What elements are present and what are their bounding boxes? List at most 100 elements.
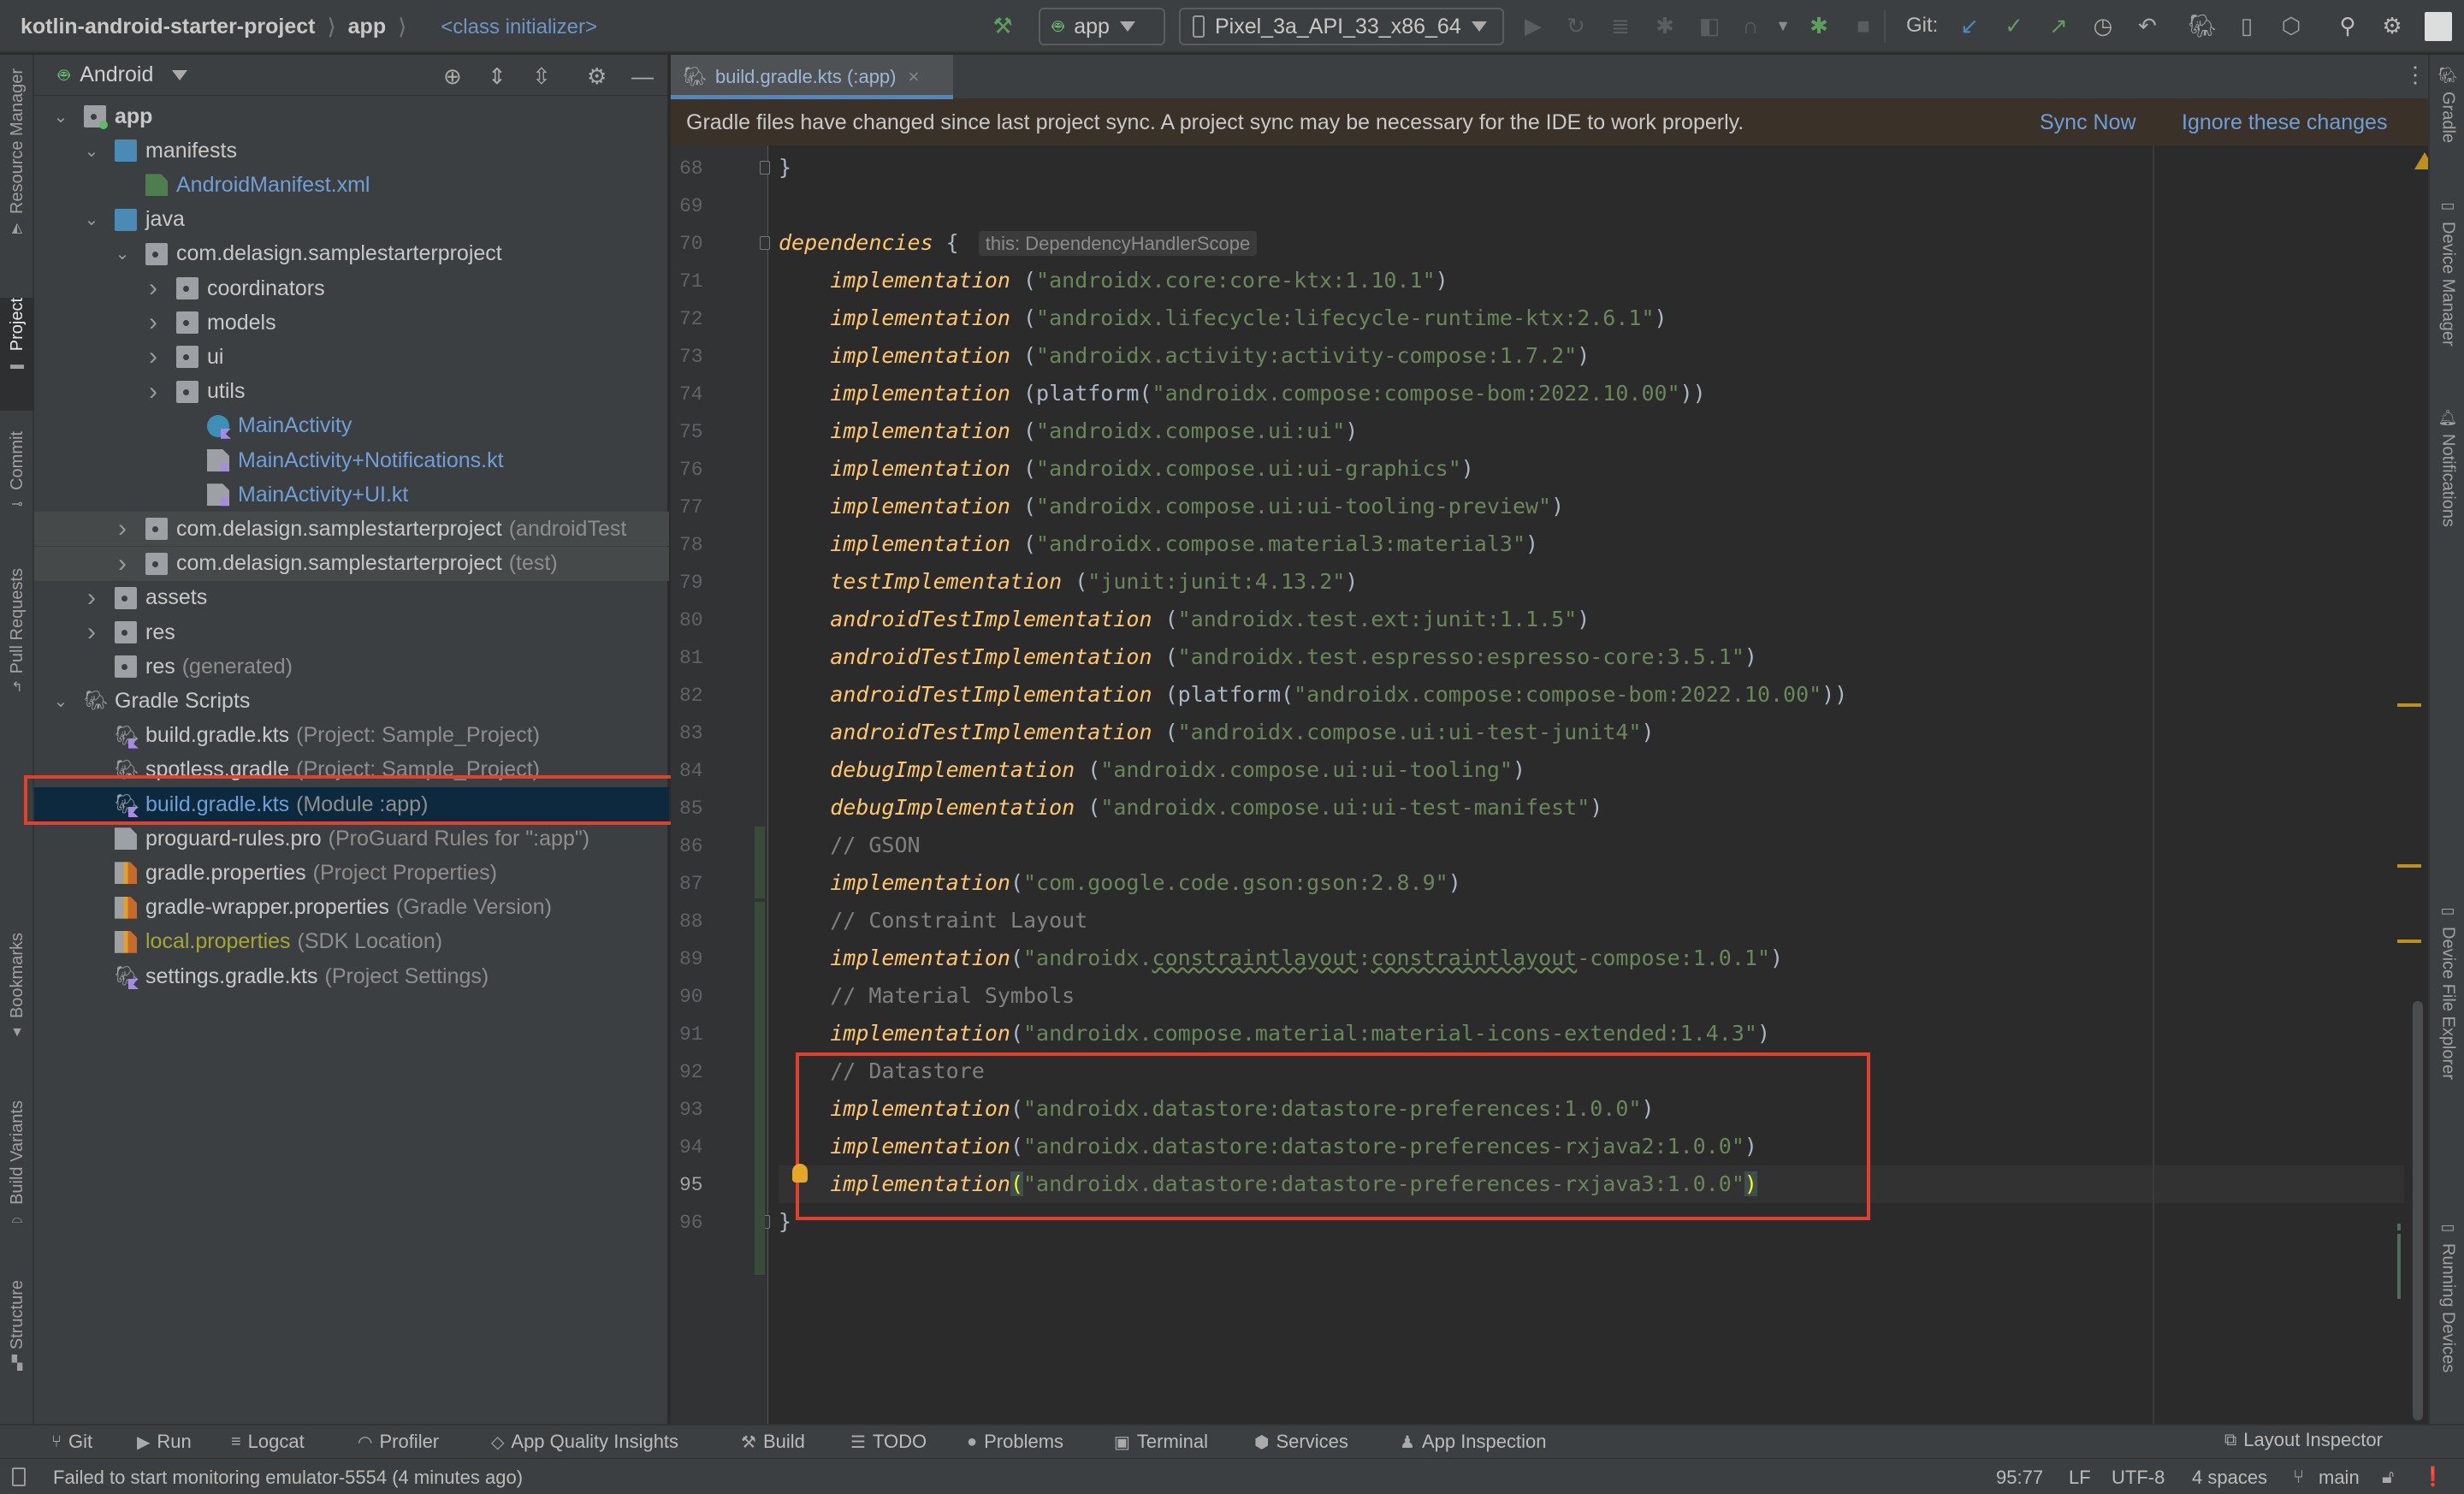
chevron-right-icon[interactable]: › (113, 514, 132, 543)
breadcrumb-module[interactable]: app (348, 15, 386, 39)
tab-build-gradle-kts[interactable]: 🐘︎ build.gradle.kts (:app) × (671, 55, 953, 99)
tree-item[interactable]: 🐘︎ settings.gradle.kts (Project Settings) (34, 959, 669, 993)
settings-icon[interactable]: ⚙ (587, 63, 607, 90)
device-manager-icon[interactable]: ▯ (2233, 12, 2260, 39)
tree-item[interactable]: ⌄ java (34, 203, 669, 237)
tool-button-app-inspection[interactable]: ♟ App Inspection (1400, 1431, 1546, 1453)
tool-tab-resource-manager[interactable]: ◭ Resource Manager (0, 68, 34, 282)
tool-tab-device-manager[interactable]: ▭ Device Manager (2430, 197, 2464, 347)
tool-tab-pull-requests[interactable]: ↰ Pull Requests (0, 568, 34, 739)
tree-item[interactable]: ⌄ manifests (34, 133, 669, 168)
tool-button-run[interactable]: ▶ Run (137, 1431, 192, 1453)
code-line[interactable]: } (779, 149, 791, 187)
lock-icon[interactable]: 🔓︎ (2382, 1466, 2394, 1488)
chevron-right-icon[interactable]: › (144, 308, 163, 337)
hammer-icon[interactable]: ⚒ (989, 12, 1016, 39)
attach-debugger-icon[interactable]: ✱ (1805, 12, 1833, 39)
chevron-down-icon[interactable]: ⌄ (51, 691, 70, 712)
layout-inspector-button[interactable]: ⧉ Layout Inspector (2224, 1429, 2383, 1451)
tool-button-services[interactable]: ⬢ Services (1254, 1431, 1348, 1453)
code-line[interactable]: debugImplementation ("androidx.compose.u… (779, 751, 1525, 789)
tree-item[interactable]: › ui (34, 340, 669, 374)
avatar[interactable] (2425, 12, 2452, 41)
chevron-down-icon[interactable]: ⌄ (82, 140, 101, 162)
run-icon[interactable]: ▶ (1519, 12, 1547, 39)
tree-item[interactable]: › assets (34, 581, 669, 615)
tree-item[interactable]: ⌄ com.delasign.samplestarterproject (34, 237, 669, 271)
tool-tab-structure[interactable]: ▚ Structure (0, 1280, 34, 1408)
code-line[interactable]: implementation("androidx.compose.materia… (779, 1015, 1770, 1052)
code-line[interactable]: implementation (platform("androidx.compo… (779, 375, 1706, 412)
tree-item[interactable]: › coordinators (34, 271, 669, 305)
tool-button-build[interactable]: ⚒ Build (741, 1431, 805, 1453)
rerun-icon[interactable]: ↻ (1562, 12, 1590, 39)
event-log-icon[interactable]: ❗ (2421, 1466, 2444, 1488)
status-message[interactable]: Failed to start monitoring emulator-5554… (53, 1467, 523, 1489)
code-line[interactable]: // GSON (779, 827, 920, 864)
code-line[interactable]: implementation("androidx.constraintlayou… (779, 940, 1783, 977)
locate-file-icon[interactable]: ⊕ (443, 63, 462, 90)
debug-icon[interactable]: ✱ (1651, 12, 1679, 39)
tool-button-git[interactable]: ⑂ Git (51, 1431, 92, 1453)
tree-item[interactable]: › res (34, 615, 669, 649)
code-line[interactable]: implementation ("androidx.compose.ui:ui"… (779, 412, 1358, 450)
git-update-icon[interactable]: ↙ (1956, 12, 1983, 39)
chevron-right-icon[interactable]: › (82, 584, 101, 613)
indent-setting[interactable]: 4 spaces (2192, 1467, 2267, 1489)
tree-item[interactable]: MainActivity+UI.kt (34, 477, 669, 512)
git-push-icon[interactable]: ↗ (2045, 12, 2072, 39)
code-line[interactable]: } (779, 1203, 791, 1241)
device-select[interactable]: Pixel_3a_API_33_x86_64 (1179, 8, 1504, 45)
vcs-change-marker[interactable] (755, 902, 765, 1275)
tree-item[interactable]: res (generated) (34, 649, 669, 684)
run-config-select[interactable]: 🤖︎ app (1039, 8, 1165, 45)
code-line[interactable]: androidTestImplementation ("androidx.tes… (779, 601, 1590, 638)
vertical-scrollbar[interactable] (2413, 1001, 2423, 1420)
line-separator[interactable]: LF (2069, 1467, 2091, 1489)
tool-tab-notifications[interactable]: 🔔︎ Notifications (2430, 409, 2464, 527)
stop-icon[interactable]: ■ (1850, 12, 1877, 39)
collapse-all-icon[interactable]: ⇳ (532, 63, 551, 90)
chevron-right-icon[interactable]: › (144, 377, 163, 406)
caret-position[interactable]: 95:77 (1996, 1467, 2043, 1489)
code-line[interactable]: debugImplementation ("androidx.compose.u… (779, 789, 1602, 827)
code-line[interactable]: // Constraint Layout (779, 902, 1087, 940)
tree-item[interactable]: MainActivity+Notifications.kt (34, 443, 669, 477)
chevron-down-icon[interactable]: ▼ (1769, 12, 1797, 39)
warning-stripe[interactable] (2397, 703, 2421, 707)
chevron-right-icon[interactable]: › (113, 549, 132, 578)
breadcrumb-context[interactable]: <class initializer> (441, 15, 597, 39)
tool-tab-commit[interactable]: ⊸ Commit (0, 431, 34, 542)
code-line[interactable]: androidTestImplementation ("androidx.tes… (779, 638, 1757, 676)
chevron-right-icon[interactable]: › (144, 274, 163, 303)
tree-item[interactable]: › com.delasign.samplestarterproject (andro… (34, 512, 669, 547)
search-icon[interactable]: ⚲ (2334, 12, 2361, 39)
tree-item[interactable]: local.properties (SDK Location) (34, 925, 669, 959)
file-encoding[interactable]: UTF-8 (2112, 1467, 2165, 1489)
history-icon[interactable]: ◷ (2089, 12, 2117, 39)
fold-marker-icon[interactable] (760, 161, 770, 175)
code-editor[interactable]: 68 69 70 71 72 73 74 75 76 77 78 79 80 81 82 83 84 85 86 87… (671, 145, 2435, 1424)
more-options-icon[interactable]: ⋮ (2404, 62, 2426, 88)
code-line[interactable]: implementation ("androidx.compose.materi… (779, 525, 1538, 563)
tree-item[interactable]: gradle.properties (Project Properties) (34, 856, 669, 890)
tool-button-todo[interactable]: ☰ TODO (850, 1431, 927, 1453)
tool-tab-bookmarks[interactable]: ▼ Bookmarks (0, 933, 34, 1087)
breadcrumb-project[interactable]: kotlin-android-starter-project (21, 15, 315, 39)
tool-button-app-quality-insights[interactable]: ◇ App Quality Insights (491, 1431, 678, 1453)
sync-now-link[interactable]: Sync Now (2040, 110, 2136, 135)
git-branch[interactable]: main (2319, 1467, 2360, 1489)
tree-item[interactable]: AndroidManifest.xml (34, 168, 669, 202)
code-line[interactable]: // Material Symbols (779, 977, 1075, 1015)
rollback-icon[interactable]: ↶ (2134, 12, 2161, 39)
git-commit-icon[interactable]: ✓ (2000, 12, 2028, 39)
warning-stripe[interactable] (2397, 940, 2421, 943)
code-line[interactable]: implementation ("androidx.activity:activ… (779, 337, 1590, 375)
chevron-right-icon[interactable]: › (82, 618, 101, 647)
tree-item[interactable]: ⌄ app (34, 99, 669, 133)
code-line[interactable]: testImplementation ("junit:junit:4.13.2"… (779, 563, 1358, 601)
tool-tab-build-variants[interactable]: ⌓ Build Variants (0, 1100, 34, 1254)
tree-item[interactable]: MainActivity (34, 409, 669, 443)
tool-button-profiler[interactable]: ◠ Profiler (358, 1431, 439, 1453)
tree-item[interactable]: › utils (34, 375, 669, 409)
